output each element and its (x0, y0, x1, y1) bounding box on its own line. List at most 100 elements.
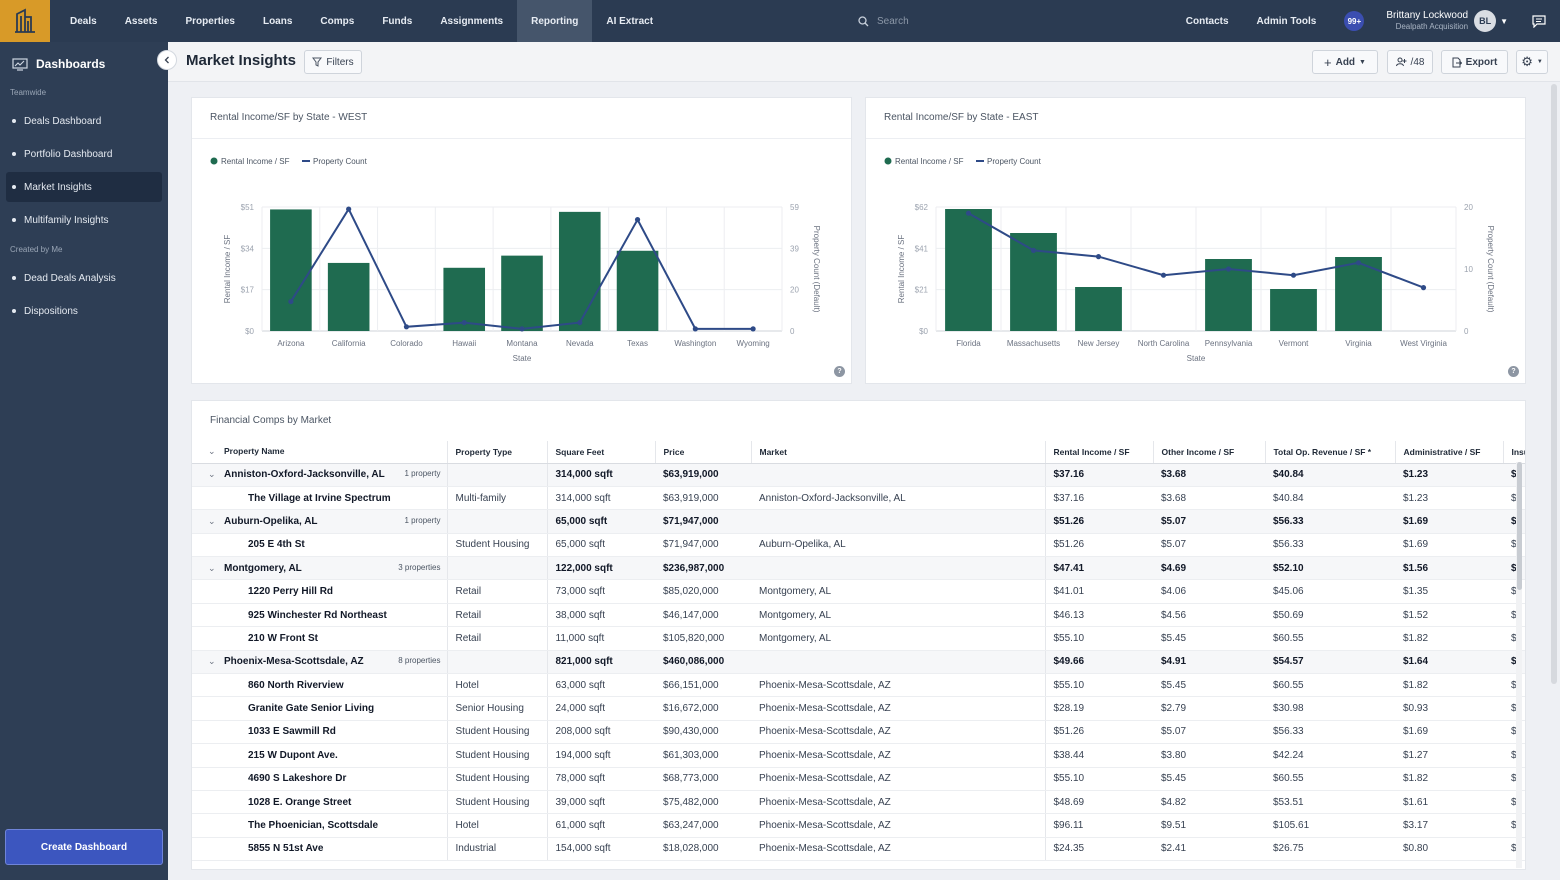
chat-icon[interactable] (1528, 0, 1550, 42)
line-point-arizona[interactable] (288, 298, 294, 305)
share-button[interactable]: /48 (1387, 50, 1433, 74)
nav-item-properties[interactable]: Properties (172, 0, 249, 42)
search-input[interactable]: Search (877, 16, 909, 27)
line-point-pennsylvania[interactable] (1225, 266, 1232, 272)
nav-item-assets[interactable]: Assets (111, 0, 172, 42)
line-point-montana[interactable] (519, 326, 525, 332)
create-dashboard-button[interactable]: Create Dashboard (5, 829, 163, 865)
column-header[interactable]: Property Type (447, 441, 548, 464)
settings-button[interactable]: ⚙ ▼ (1516, 50, 1548, 74)
help-icon[interactable]: ? (1508, 366, 1519, 377)
line-point-california[interactable] (346, 206, 352, 212)
sidebar-item-dispositions[interactable]: Dispositions (6, 296, 162, 326)
bar-texas[interactable] (616, 250, 659, 331)
table-row[interactable]: The Phoenician, Scottsdale Hotel 61,000 sq… (192, 813, 1525, 838)
user-menu[interactable]: Brittany Lockwood Dealpath Acquisition (1386, 10, 1468, 32)
line-point-texas[interactable] (634, 217, 641, 223)
line-point-virginia[interactable] (1355, 260, 1362, 266)
bar-florida[interactable] (945, 209, 992, 331)
column-header[interactable]: Rental Income / SF (1045, 441, 1154, 464)
table-row[interactable]: The Village at Irvine Spectrum Multi-fami… (192, 486, 1525, 511)
property-name-cell[interactable]: ⌄ Auburn-Opelika, AL 1 property (192, 509, 448, 534)
export-button[interactable]: Export (1441, 50, 1508, 74)
table-scrollbar-thumb[interactable] (1517, 462, 1522, 590)
table-row[interactable]: 5855 N 51st Ave Industrial 154,000 sqft $18… (192, 837, 1525, 862)
x-tick-label: Texas (627, 339, 648, 348)
line-point-north-carolina[interactable] (1160, 272, 1167, 278)
line-point-massachusetts[interactable] (1030, 247, 1037, 253)
page-scrollbar[interactable] (1551, 84, 1557, 684)
line-point-nevada[interactable] (577, 319, 583, 326)
line-point-washington[interactable] (692, 326, 698, 332)
line-point-hawaii[interactable] (461, 319, 467, 326)
collapse-sidebar-button[interactable] (157, 50, 177, 70)
sidebar-item-dead-deals-analysis[interactable]: Dead Deals Analysis (6, 263, 162, 293)
bar-arizona[interactable] (270, 209, 312, 331)
bar-new-jersey[interactable] (1075, 287, 1122, 331)
column-header[interactable]: Insu (1503, 441, 1525, 464)
admin-tools-link[interactable]: Admin Tools (1257, 16, 1317, 27)
chevron-down-icon[interactable]: ⌄ (208, 656, 224, 667)
notification-badge[interactable]: 99+ (1344, 11, 1365, 31)
table-row[interactable]: 210 W Front St Retail 11,000 sqft $105,820,… (192, 626, 1525, 651)
column-header[interactable]: Square Feet (547, 441, 656, 464)
chevron-down-icon[interactable]: ⌄ (208, 563, 224, 574)
group-row[interactable]: ⌄ Auburn-Opelika, AL 1 property 65,000 sqft… (192, 509, 1525, 534)
line-point-florida[interactable] (965, 210, 972, 216)
group-row[interactable]: ⌄ Anniston-Oxford-Jacksonville, AL 1 prope… (192, 463, 1525, 487)
help-icon[interactable]: ? (834, 366, 845, 377)
column-header[interactable]: Price (655, 441, 752, 464)
nav-item-loans[interactable]: Loans (249, 0, 306, 42)
property-name-cell[interactable]: ⌄ Montgomery, AL 3 properties (192, 556, 448, 581)
global-search[interactable]: Search (858, 10, 1138, 32)
chevron-down-icon[interactable]: ▼ (1500, 17, 1508, 26)
table-row[interactable]: 1028 E. Orange Street Student Housing 39,0… (192, 790, 1525, 815)
table-row[interactable]: 1033 E Sawmill Rd Student Housing 208,000 … (192, 720, 1525, 745)
nav-item-reporting[interactable]: Reporting (517, 0, 593, 42)
line-point-west-virginia[interactable] (1420, 285, 1427, 291)
table-row[interactable]: 1220 Perry Hill Rd Retail 73,000 sqft $85,0… (192, 579, 1525, 604)
bar-nevada[interactable] (558, 211, 601, 331)
group-row[interactable]: ⌄ Montgomery, AL 3 properties 122,000 sqft $… (192, 556, 1525, 581)
property-name-cell[interactable]: ⌄ Anniston-Oxford-Jacksonville, AL 1 prope… (192, 463, 448, 487)
sidebar-item-multifamily-insights[interactable]: Multifamily Insights (6, 205, 162, 235)
bar-california[interactable] (327, 262, 370, 331)
sidebar-item-deals-dashboard[interactable]: Deals Dashboard (6, 106, 162, 136)
column-header[interactable]: ⌄ Property Name (192, 441, 448, 464)
column-header[interactable]: Administrative / SF (1395, 441, 1504, 464)
contacts-link[interactable]: Contacts (1186, 16, 1229, 27)
nav-item-comps[interactable]: Comps (306, 0, 368, 42)
export-label: Export (1465, 56, 1498, 68)
column-header[interactable]: Other Income / SF (1153, 441, 1266, 464)
bar-montana[interactable] (501, 255, 543, 331)
column-header[interactable]: Total Op. Revenue / SF * (1265, 441, 1396, 464)
sidebar-item-portfolio-dashboard[interactable]: Portfolio Dashboard (6, 139, 162, 169)
filters-button[interactable]: Filters (304, 50, 362, 74)
add-button[interactable]: + Add ▼ (1312, 50, 1378, 74)
line-point-wyoming[interactable] (750, 326, 756, 332)
line-point-new-jersey[interactable] (1095, 254, 1102, 260)
app-logo[interactable] (0, 0, 50, 42)
nav-item-funds[interactable]: Funds (368, 0, 426, 42)
bar-massachusetts[interactable] (1010, 233, 1057, 331)
bar-vermont[interactable] (1270, 289, 1317, 331)
line-point-vermont[interactable] (1290, 272, 1297, 278)
nav-item-ai-extract[interactable]: AI Extract (592, 0, 667, 42)
table-row[interactable]: 4690 S Lakeshore Dr Student Housing 78,000… (192, 767, 1525, 791)
table-row[interactable]: 860 North Riverview Hotel 63,000 sqft $66,1… (192, 673, 1525, 698)
chevron-down-icon[interactable]: ⌄ (208, 469, 224, 480)
table-row[interactable]: Granite Gate Senior Living Senior Housing… (192, 696, 1525, 721)
table-row[interactable]: 205 E 4th St Student Housing 65,000 sqft $7… (192, 533, 1525, 558)
line-point-colorado[interactable] (403, 324, 410, 330)
chevron-down-icon[interactable]: ⌄ (208, 516, 224, 527)
nav-item-deals[interactable]: Deals (56, 0, 111, 42)
nav-item-assignments[interactable]: Assignments (426, 0, 517, 42)
chevron-down-icon[interactable]: ⌄ (208, 446, 224, 457)
table-row[interactable]: 215 W Dupont Ave. Student Housing 194,000 … (192, 743, 1525, 768)
column-header[interactable]: Market (751, 441, 1046, 464)
sidebar-item-market-insights[interactable]: Market Insights (6, 172, 162, 202)
property-name-cell[interactable]: ⌄ Phoenix-Mesa-Scottsdale, AZ 8 properties (192, 650, 448, 675)
table-row[interactable]: 925 Winchester Rd Northeast Retail 38,000 … (192, 603, 1525, 628)
group-row[interactable]: ⌄ Phoenix-Mesa-Scottsdale, AZ 8 properties… (192, 650, 1525, 675)
avatar[interactable]: BL (1474, 10, 1497, 32)
